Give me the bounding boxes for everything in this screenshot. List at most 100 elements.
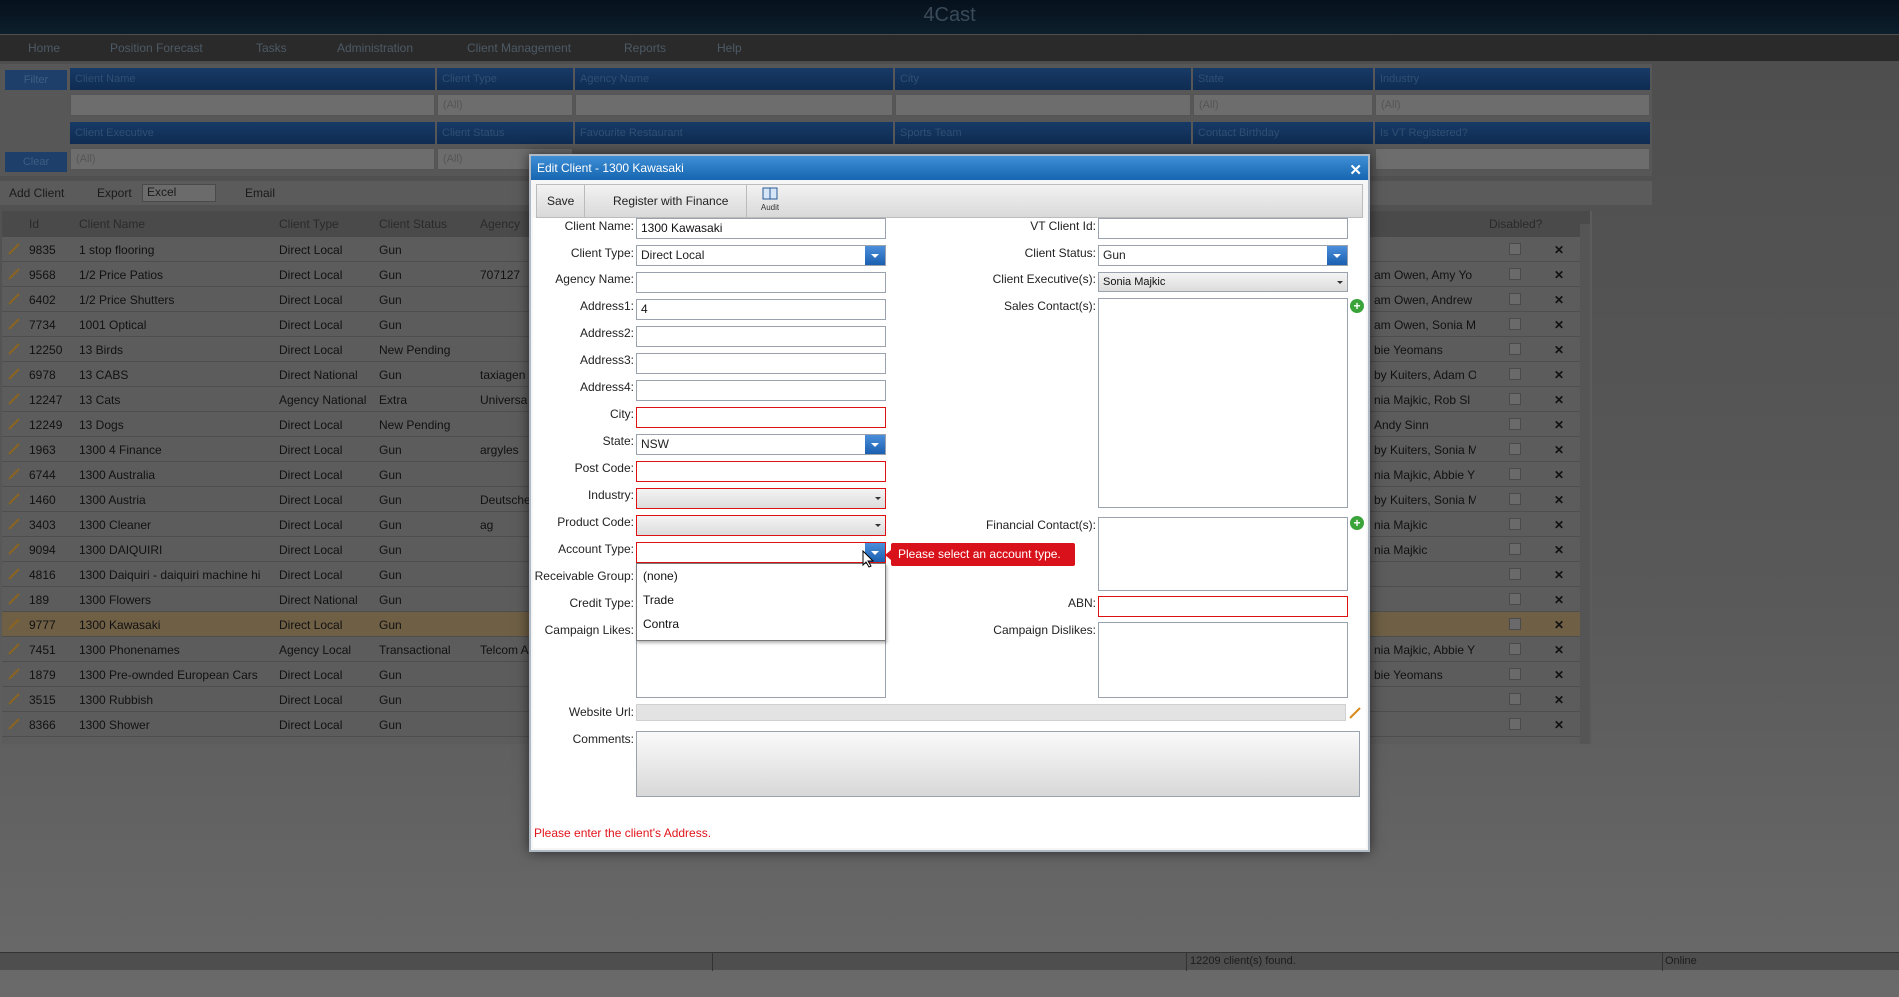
filter-vt-registered-checkbox[interactable] [1375,148,1650,170]
chevron-down-icon[interactable] [865,435,885,454]
delete-icon[interactable]: ✕ [1554,668,1564,682]
disabled-checkbox[interactable] [1509,393,1521,405]
client-name-field[interactable]: 1300 Kawasaki [636,218,886,239]
filter-client-type-select[interactable]: (All) [437,94,573,116]
delete-icon[interactable]: ✕ [1554,543,1564,557]
disabled-checkbox[interactable] [1509,568,1521,580]
address4-field[interactable] [636,380,886,401]
menu-client-management[interactable]: Client Management [467,35,571,61]
add-financial-contact-icon[interactable]: + [1350,516,1364,530]
disabled-checkbox[interactable] [1509,443,1521,455]
col-header-client-type[interactable]: Client Type [279,211,339,237]
post-code-field[interactable] [636,461,886,482]
save-button[interactable]: Save [537,185,586,217]
edit-icon[interactable] [8,368,20,380]
col-header-client-status[interactable]: Client Status [379,211,447,237]
sales-contacts-list[interactable] [1098,298,1348,508]
audit-button[interactable]: Audit [755,187,785,217]
delete-icon[interactable]: ✕ [1554,343,1564,357]
col-header-client-name[interactable]: Client Name [79,211,145,237]
option-contra[interactable]: Contra [637,612,885,636]
campaign-dislikes-list[interactable] [1098,622,1348,698]
delete-icon[interactable]: ✕ [1554,418,1564,432]
disabled-checkbox[interactable] [1509,643,1521,655]
export-format-select[interactable]: Excel [142,184,216,202]
delete-icon[interactable]: ✕ [1554,443,1564,457]
delete-icon[interactable]: ✕ [1554,643,1564,657]
col-header-id[interactable]: Id [29,211,39,237]
abn-field[interactable] [1098,596,1348,617]
disabled-checkbox[interactable] [1509,493,1521,505]
website-url-field[interactable] [636,704,1346,721]
disabled-checkbox[interactable] [1509,468,1521,480]
client-executives-select[interactable]: Sonia Majkic [1098,272,1348,292]
disabled-checkbox[interactable] [1509,318,1521,330]
option-none[interactable]: (none) [637,564,885,588]
delete-icon[interactable]: ✕ [1554,493,1564,507]
product-code-select[interactable] [636,515,886,536]
delete-icon[interactable]: ✕ [1554,468,1564,482]
address3-field[interactable] [636,353,886,374]
delete-icon[interactable]: ✕ [1554,693,1564,707]
menu-position-forecast[interactable]: Position Forecast [110,35,203,61]
address2-field[interactable] [636,326,886,347]
edit-icon[interactable] [8,543,20,555]
edit-icon[interactable] [8,493,20,505]
disabled-checkbox[interactable] [1509,718,1521,730]
edit-icon[interactable] [8,718,20,730]
filter-state-select[interactable]: (All) [1193,94,1373,116]
industry-select[interactable] [636,488,886,509]
comments-field[interactable] [636,731,1360,797]
disabled-checkbox[interactable] [1509,293,1521,305]
filter-city-input[interactable] [895,94,1191,116]
delete-icon[interactable]: ✕ [1554,293,1564,307]
disabled-checkbox[interactable] [1509,693,1521,705]
email-button[interactable]: Email [245,186,275,200]
edit-icon[interactable] [8,618,20,630]
account-type-select[interactable] [636,542,886,563]
col-header-disabled[interactable]: Disabled? [1489,211,1542,237]
delete-icon[interactable]: ✕ [1554,318,1564,332]
col-header-agency[interactable]: Agency [480,211,520,237]
menu-tasks[interactable]: Tasks [256,35,287,61]
delete-icon[interactable]: ✕ [1554,718,1564,732]
disabled-checkbox[interactable] [1509,593,1521,605]
delete-icon[interactable]: ✕ [1554,568,1564,582]
register-finance-button[interactable]: Register with Finance [595,185,748,217]
edit-icon[interactable] [8,518,20,530]
filter-button[interactable]: Filter [5,70,67,90]
delete-icon[interactable]: ✕ [1554,393,1564,407]
agency-name-field[interactable] [636,272,886,293]
disabled-checkbox[interactable] [1509,268,1521,280]
delete-icon[interactable]: ✕ [1554,518,1564,532]
filter-client-name-input[interactable] [70,94,435,116]
filter-industry-select[interactable]: (All) [1375,94,1650,116]
disabled-checkbox[interactable] [1509,518,1521,530]
filter-agency-name-input[interactable] [575,94,893,116]
menu-home[interactable]: Home [28,35,60,61]
menu-help[interactable]: Help [717,35,742,61]
edit-icon[interactable] [8,668,20,680]
delete-icon[interactable]: ✕ [1554,368,1564,382]
client-status-select[interactable]: Gun [1098,245,1348,266]
edit-icon[interactable] [8,593,20,605]
financial-contacts-list[interactable] [1098,517,1348,591]
edit-icon[interactable] [8,468,20,480]
edit-icon[interactable] [8,568,20,580]
edit-icon[interactable] [8,293,20,305]
disabled-checkbox[interactable] [1509,618,1521,630]
delete-icon[interactable]: ✕ [1554,618,1564,632]
edit-icon[interactable] [8,343,20,355]
state-select[interactable]: NSW [636,434,886,455]
edit-icon[interactable] [8,393,20,405]
client-type-select[interactable]: Direct Local [636,245,886,266]
city-field[interactable] [636,407,886,428]
disabled-checkbox[interactable] [1509,668,1521,680]
option-trade[interactable]: Trade [637,588,885,612]
grid-scrollbar[interactable] [1580,224,1590,744]
edit-icon[interactable] [8,318,20,330]
edit-icon[interactable] [8,243,20,255]
add-client-button[interactable]: Add Client [9,186,64,200]
chevron-down-icon[interactable] [1327,246,1347,265]
address1-field[interactable]: 4 [636,299,886,320]
